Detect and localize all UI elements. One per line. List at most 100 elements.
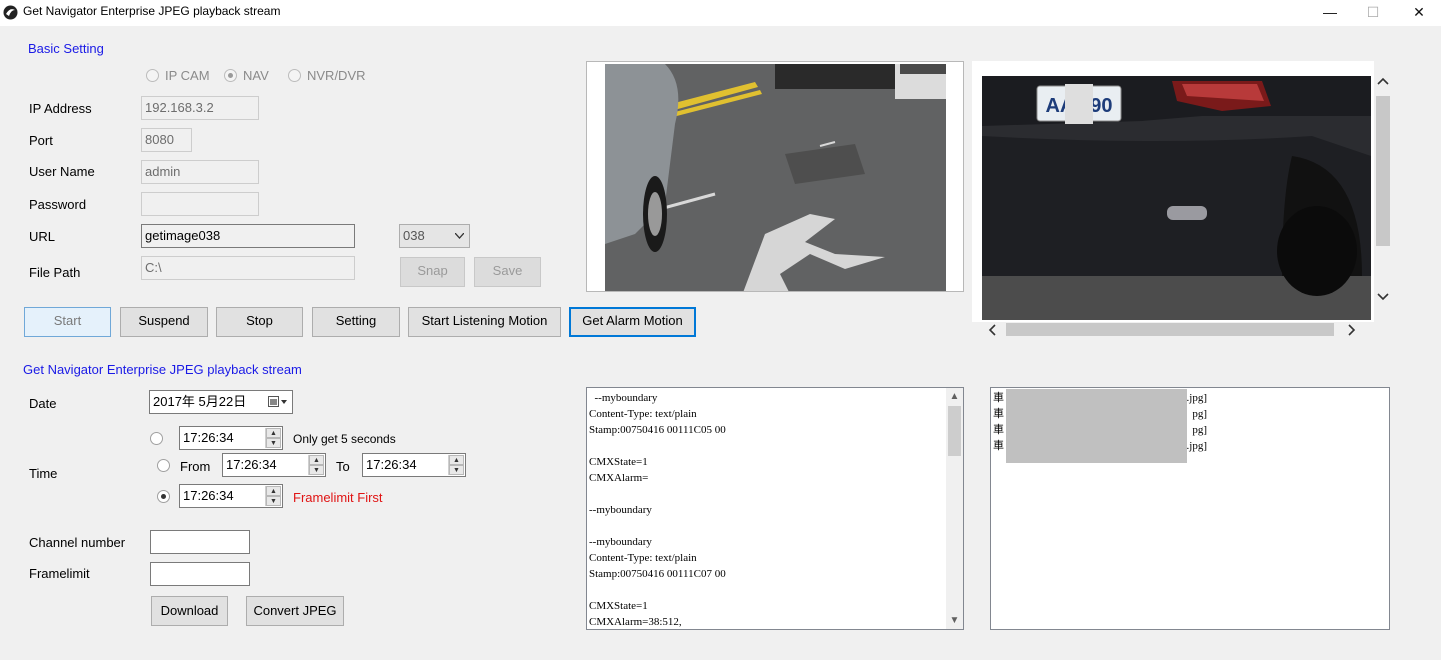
time-to-spinner[interactable]: 17:26:34 ▲ ▼	[362, 453, 466, 477]
radio-circle	[157, 459, 170, 472]
mode-nvr-label: NVR/DVR	[307, 68, 366, 83]
start-button[interactable]: Start	[24, 307, 111, 337]
date-picker[interactable]: 2017年 5月22日	[149, 390, 293, 414]
spinner-arrows[interactable]: ▲ ▼	[265, 428, 281, 448]
download-button[interactable]: Download	[151, 596, 228, 626]
log-line: Content-Type: text/plain	[589, 408, 697, 420]
plate-capture-panel: AA 990	[972, 61, 1398, 338]
log-vertical-scrollbar[interactable]: ▲ ▼	[946, 388, 963, 629]
motion-log-textarea[interactable]: --myboundary Content-Type: text/plain Stam…	[586, 387, 964, 630]
password-field[interactable]	[141, 192, 259, 216]
radio-circle	[157, 490, 170, 503]
mode-nvr-radio[interactable]: NVR/DVR	[288, 68, 366, 83]
channel-number-field[interactable]	[150, 530, 250, 554]
start-listening-motion-button[interactable]: Start Listening Motion	[408, 307, 561, 337]
scrollbar-thumb[interactable]	[1376, 96, 1390, 246]
maximize-button[interactable]: ☐	[1350, 0, 1396, 26]
file-path-field[interactable]: C:\	[141, 256, 355, 280]
mode-nav-label: NAV	[243, 68, 269, 83]
spin-down-icon[interactable]: ▼	[266, 438, 281, 448]
radio-circle	[224, 69, 237, 82]
chevron-up-icon[interactable]	[1377, 77, 1389, 85]
preview-horizontal-scrollbar[interactable]	[984, 320, 1364, 338]
window-title: Get Navigator Enterprise JPEG playback s…	[23, 4, 281, 18]
spin-up-icon[interactable]: ▲	[309, 455, 324, 465]
chevron-left-icon[interactable]	[988, 324, 996, 336]
time-only5-value: 17:26:34	[183, 430, 234, 445]
log-line: Stamp:00750416 00111C05 00	[589, 424, 726, 436]
port-field[interactable]: 8080	[141, 128, 192, 152]
mode-ipcam-radio[interactable]: IP CAM	[146, 68, 210, 83]
url-suffix-select[interactable]: 038	[399, 224, 470, 248]
date-label: Date	[29, 396, 57, 411]
spinner-arrows[interactable]: ▲ ▼	[448, 455, 464, 475]
spinner-arrows[interactable]: ▲ ▼	[265, 486, 281, 506]
log-line: Content-Type: text/plain	[589, 552, 697, 564]
suspend-button[interactable]: Suspend	[120, 307, 208, 337]
framelimit-field[interactable]	[150, 562, 250, 586]
scrollbar-thumb[interactable]	[948, 406, 961, 456]
get-alarm-motion-button[interactable]: Get Alarm Motion	[569, 307, 696, 337]
spin-up-icon[interactable]: ▲	[449, 455, 464, 465]
log-line: CMXAlarm=38:512,	[589, 616, 682, 628]
preview-vertical-scrollbar[interactable]	[1374, 71, 1392, 311]
url-field[interactable]: getimage038	[141, 224, 355, 248]
chevron-down-icon[interactable]	[1377, 293, 1389, 301]
channel-number-label: Channel number	[29, 535, 126, 550]
time-option-framelimit-radio[interactable]	[157, 490, 176, 506]
file-item-prefix: 車	[993, 440, 1004, 452]
mode-ipcam-label: IP CAM	[165, 68, 210, 83]
basic-setting-title: Basic Setting	[28, 41, 104, 56]
file-list-textarea[interactable]: 車 1.jpg] 車 pg] 車 pg] 車 0.jpg]	[990, 387, 1390, 630]
user-name-field[interactable]: admin	[141, 160, 259, 184]
time-option-only5-radio[interactable]	[150, 432, 169, 448]
log-line: Stamp:00750416 00111C07 00	[589, 568, 726, 580]
user-name-label: User Name	[29, 164, 95, 179]
minimize-button[interactable]: —	[1307, 0, 1353, 26]
port-label: Port	[29, 133, 53, 148]
spin-down-icon[interactable]: ▼	[449, 465, 464, 475]
mode-nav-radio[interactable]: NAV	[224, 68, 269, 83]
log-line: CMXAlarm=	[589, 472, 649, 484]
time-option-range-radio[interactable]	[157, 459, 176, 475]
to-label: To	[336, 459, 350, 474]
scroll-down-icon[interactable]: ▼	[946, 612, 963, 629]
spin-up-icon[interactable]: ▲	[266, 486, 281, 496]
scrollbar-thumb[interactable]	[1006, 323, 1334, 336]
url-suffix-value: 038	[403, 228, 425, 243]
calendar-dropdown-icon[interactable]	[268, 396, 288, 408]
playback-section-title: Get Navigator Enterprise JPEG playback s…	[23, 362, 302, 377]
framelimit-first-label: Framelimit First	[293, 490, 383, 505]
snap-button[interactable]: Snap	[400, 257, 465, 287]
chevron-right-icon[interactable]	[1348, 324, 1356, 336]
title-bar: Get Navigator Enterprise JPEG playback s…	[0, 0, 1441, 26]
spin-down-icon[interactable]: ▼	[266, 496, 281, 506]
file-item-prefix: 車	[993, 408, 1004, 420]
file-item-prefix: 車	[993, 392, 1004, 404]
time-framelimit-value: 17:26:34	[183, 488, 234, 503]
time-from-spinner[interactable]: 17:26:34 ▲ ▼	[222, 453, 326, 477]
from-label: From	[180, 459, 211, 474]
spin-up-icon[interactable]: ▲	[266, 428, 281, 438]
spin-down-icon[interactable]: ▼	[309, 465, 324, 475]
radio-circle	[288, 69, 301, 82]
time-framelimit-spinner[interactable]: 17:26:34 ▲ ▼	[179, 484, 283, 508]
ip-address-label: IP Address	[29, 101, 92, 116]
spinner-arrows[interactable]: ▲ ▼	[308, 455, 324, 475]
chevron-down-icon	[455, 233, 464, 239]
url-label: URL	[29, 229, 56, 244]
convert-jpeg-button[interactable]: Convert JPEG	[246, 596, 344, 626]
close-button[interactable]: ✕	[1396, 0, 1441, 26]
save-button[interactable]: Save	[474, 257, 541, 287]
log-line: CMXState=1	[589, 456, 648, 468]
app-logo-icon	[3, 5, 18, 20]
scroll-up-icon[interactable]: ▲	[946, 388, 963, 405]
setting-button[interactable]: Setting	[312, 307, 400, 337]
ip-address-field[interactable]: 192.168.3.2	[141, 96, 259, 120]
time-only5-spinner[interactable]: 17:26:34 ▲ ▼	[179, 426, 283, 450]
stop-button[interactable]: Stop	[216, 307, 303, 337]
log-line: --myboundary	[589, 504, 652, 516]
file-item-suffix: pg]	[1192, 408, 1207, 420]
